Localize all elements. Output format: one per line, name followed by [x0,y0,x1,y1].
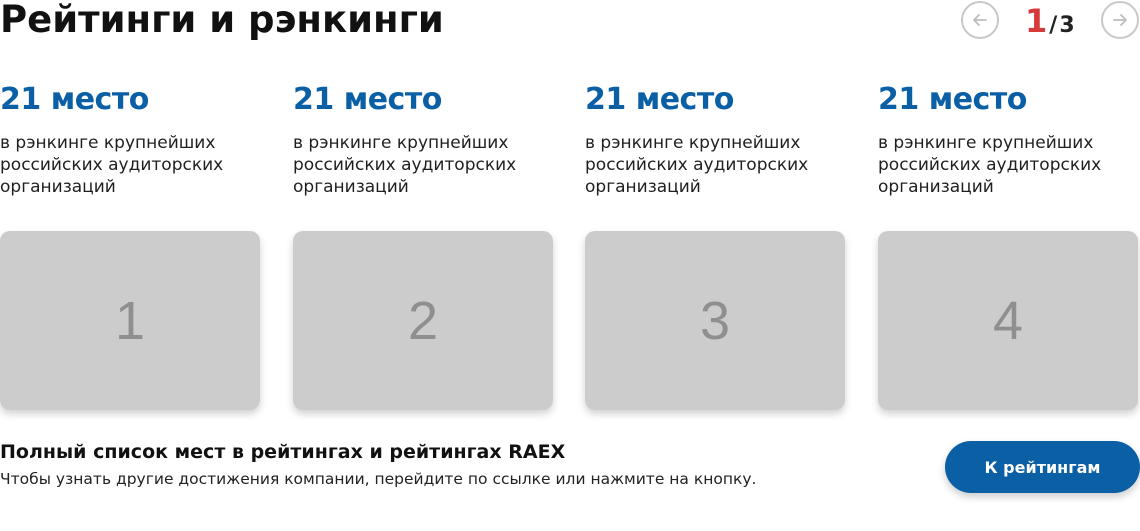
card-image-placeholder[interactable]: 3 [585,231,845,410]
arrow-right-icon [1113,14,1127,26]
rating-card: 21 место в рэнкинге крупнейших российски… [0,80,262,410]
card-image-placeholder[interactable]: 1 [0,231,260,410]
page-title: Рейтинги и рэнкинги [0,0,444,41]
card-place: 21 место [293,82,442,117]
rating-card: 21 место в рэнкинге крупнейших российски… [293,80,555,410]
card-image-number: 1 [114,290,146,351]
card-description: в рэнкинге крупнейших российских аудитор… [0,133,224,197]
pagination: 1/3 [960,0,1140,40]
card-image-number: 3 [699,290,731,351]
footer-title: Полный список мест в рейтингах и рейтинг… [0,441,566,463]
card-description: в рэнкинге крупнейших российских аудитор… [878,133,1102,197]
arrow-left-icon [973,14,987,26]
card-description: в рэнкинге крупнейших российских аудитор… [585,133,809,197]
card-image-placeholder[interactable]: 2 [293,231,553,410]
card-place: 21 место [0,82,149,117]
page-total: 3 [1059,13,1075,38]
prev-button[interactable] [961,1,999,39]
next-button[interactable] [1101,1,1139,39]
card-description: в рэнкинге крупнейших российских аудитор… [293,133,517,197]
card-image-number: 4 [992,290,1024,351]
card-image-placeholder[interactable]: 4 [878,231,1138,410]
rating-card: 21 место в рэнкинге крупнейших российски… [585,80,847,410]
card-place: 21 место [878,82,1027,117]
page-separator: / [1049,13,1058,38]
card-image-number: 2 [407,290,439,351]
ratings-carousel: 21 место в рэнкинге крупнейших российски… [0,80,1140,420]
rating-card: 21 место в рэнкинге крупнейших российски… [878,80,1140,410]
ratings-button[interactable]: К рейтингам [945,441,1140,493]
card-place: 21 место [585,82,734,117]
page-counter: 1/3 [1025,2,1075,40]
page-current: 1 [1025,2,1048,40]
footer-text: Чтобы узнать другие достижения компании,… [0,470,757,488]
